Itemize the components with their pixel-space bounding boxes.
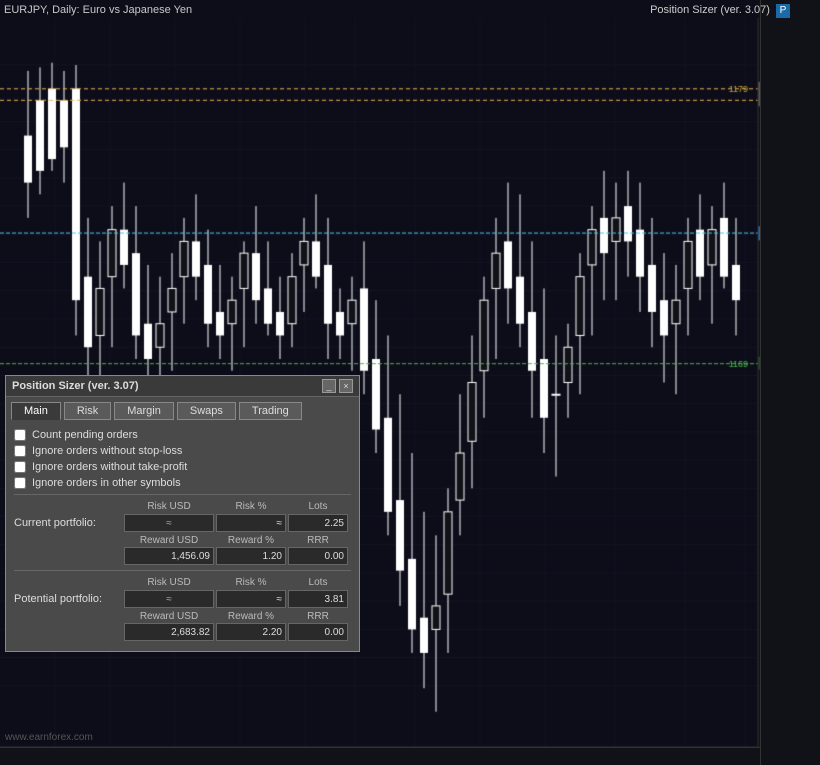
panel-tabs: Main Risk Margin Swaps Trading [6,397,359,423]
current-portfolio-col-headers: Risk USD Risk % Lots [124,501,348,512]
potential-risk-pct-field[interactable] [216,590,286,608]
potential-reward-col-headers: Reward USD Reward % RRR [124,611,351,622]
checkbox-row-0: Count pending orders [14,429,351,441]
tab-risk[interactable]: Risk [64,402,111,420]
checkbox-row-2: Ignore orders without take-profit [14,461,351,473]
ignore-other-symbols-checkbox[interactable] [14,477,26,489]
potential-reward-usd-field[interactable] [124,623,214,641]
pot-col-header-reward-pct: Reward % [216,611,286,622]
col-header-reward-usd: Reward USD [124,535,214,546]
pot-col-header-rrr: RRR [288,611,348,622]
current-reward-values [124,547,351,565]
col-header-rrr: RRR [288,535,348,546]
chart-title: EURJPY, Daily: Euro vs Japanese Yen [4,4,192,16]
potential-portfolio-headers: Risk USD Risk % Lots [14,577,351,588]
divider-1 [14,494,351,495]
col-header-risk-pct: Risk % [216,501,286,512]
watermark: www.earnforex.com [5,732,93,743]
potential-risk-usd-field[interactable] [124,590,214,608]
panel-title: Position Sizer (ver. 3.07) [12,380,139,392]
chart-ps-icon: P [776,4,790,18]
potential-portfolio-section: Risk USD Risk % Lots Potential portfolio… [14,577,351,641]
current-risk-pct-field[interactable] [216,514,286,532]
pot-col-header-reward-usd: Reward USD [124,611,214,622]
price-axis [760,0,820,765]
panel-titlebar[interactable]: Position Sizer (ver. 3.07) _ × [6,376,359,397]
current-reward-usd-field[interactable] [124,547,214,565]
potential-reward-pct-field[interactable] [216,623,286,641]
ignore-no-takeprofit-checkbox[interactable] [14,461,26,473]
current-portfolio-values-row: Current portfolio: [14,514,351,532]
potential-portfolio-label: Potential portfolio: [14,593,124,605]
panel-controls: _ × [322,379,353,393]
ignore-no-stoploss-checkbox[interactable] [14,445,26,457]
minimize-button[interactable]: _ [322,379,336,393]
tab-swaps[interactable]: Swaps [177,402,236,420]
pot-col-header-risk-pct: Risk % [216,577,286,588]
current-portfolio-label: Current portfolio: [14,517,124,529]
potential-rrr-field[interactable] [288,623,348,641]
close-button[interactable]: × [339,379,353,393]
count-pending-orders-checkbox[interactable] [14,429,26,441]
ignore-other-symbols-label: Ignore orders in other symbols [32,477,181,489]
reward-col-headers: Reward USD Reward % RRR [124,535,351,546]
checkbox-row-3: Ignore orders in other symbols [14,477,351,489]
current-portfolio-fields [124,514,348,532]
position-sizer-panel: Position Sizer (ver. 3.07) _ × Main Risk… [5,375,360,652]
current-risk-usd-field[interactable] [124,514,214,532]
current-reward-pct-field[interactable] [216,547,286,565]
current-lots-field[interactable] [288,514,348,532]
potential-lots-field[interactable] [288,590,348,608]
col-header-risk-usd: Risk USD [124,501,214,512]
current-rrr-field[interactable] [288,547,348,565]
current-portfolio-section: Risk USD Risk % Lots Current portfolio: … [14,501,351,565]
ignore-no-stoploss-label: Ignore orders without stop-loss [32,445,182,457]
potential-reward-values [124,623,351,641]
pot-col-header-risk-usd: Risk USD [124,577,214,588]
checkbox-row-1: Ignore orders without stop-loss [14,445,351,457]
tab-margin[interactable]: Margin [114,402,174,420]
col-header-reward-pct: Reward % [216,535,286,546]
pot-col-header-lots: Lots [288,577,348,588]
potential-portfolio-fields [124,590,348,608]
potential-portfolio-values-row: Potential portfolio: [14,590,351,608]
count-pending-orders-label: Count pending orders [32,429,138,441]
col-header-lots: Lots [288,501,348,512]
current-portfolio-headers: Risk USD Risk % Lots [14,501,351,512]
potential-portfolio-col-headers: Risk USD Risk % Lots [124,577,348,588]
ignore-no-takeprofit-label: Ignore orders without take-profit [32,461,187,473]
chart-position-sizer-label: Position Sizer (ver. 3.07) P [650,4,790,18]
divider-2 [14,570,351,571]
tab-main[interactable]: Main [11,402,61,420]
panel-content: Count pending orders Ignore orders witho… [6,423,359,651]
tab-trading[interactable]: Trading [239,402,302,420]
date-axis [0,747,760,765]
